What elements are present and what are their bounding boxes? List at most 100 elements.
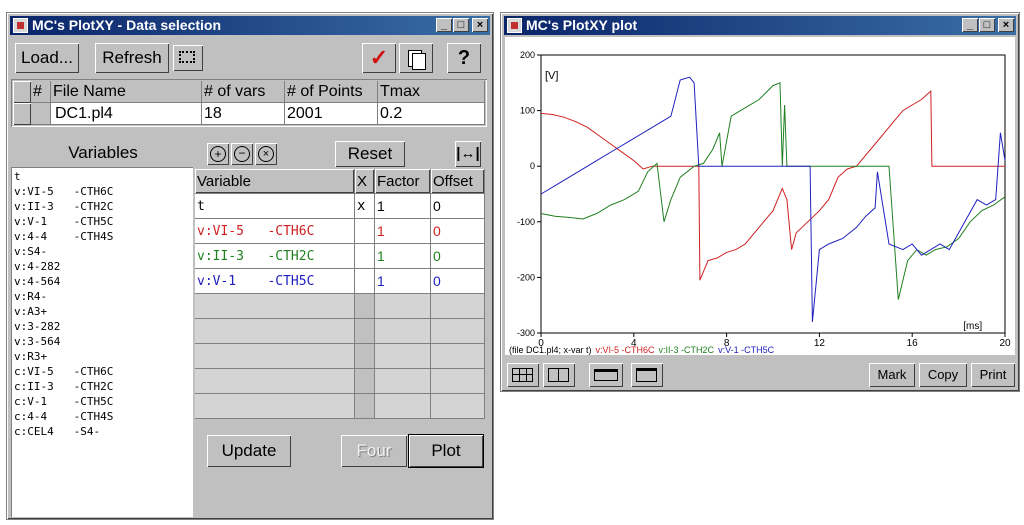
variables-listbox[interactable]: t v:VI-5 -CTH6C v:II-3 -CTH2C v:V-1 -CTH5C v…	[11, 167, 193, 517]
sel-cell-x[interactable]	[355, 219, 375, 244]
sel-cell-empty[interactable]	[375, 369, 431, 394]
sel-cell-empty[interactable]	[431, 344, 485, 369]
print-button[interactable]: Print	[971, 363, 1015, 387]
file-row-name[interactable]: DC1.pl4	[51, 103, 202, 125]
copy-button[interactable]: Copy	[919, 363, 967, 387]
sel-cell-x[interactable]	[355, 244, 375, 269]
caption-file: (file DC1.pl4; x-var t)	[509, 345, 592, 355]
sel-cell-empty[interactable]	[355, 369, 375, 394]
help-button[interactable]: ?	[447, 43, 481, 73]
sel-col-header: X	[355, 169, 375, 194]
column-width-button[interactable]: |↔|	[455, 141, 481, 167]
variable-item[interactable]: c:II-3 -CTH2C	[14, 379, 190, 394]
sel-cell-factor[interactable]: 1	[375, 219, 431, 244]
sel-cell-empty[interactable]	[375, 294, 431, 319]
sel-cell-factor[interactable]: 1	[375, 194, 431, 219]
sel-cell-empty[interactable]	[195, 319, 355, 344]
variable-item[interactable]: c:CEL4 -S4-	[14, 424, 190, 439]
sel-cell-empty[interactable]	[355, 394, 375, 419]
sel-cell-variable[interactable]: v:VI-5 -CTH6C	[195, 219, 355, 244]
scale-button[interactable]	[589, 363, 623, 387]
maximize-icon[interactable]: □	[979, 18, 995, 32]
variable-item[interactable]: v:3-282	[14, 319, 190, 334]
sel-cell-empty[interactable]	[355, 344, 375, 369]
row-header[interactable]	[13, 103, 31, 125]
sel-cell-empty[interactable]	[195, 344, 355, 369]
sel-cell-empty[interactable]	[195, 394, 355, 419]
layout-button[interactable]	[543, 363, 575, 387]
close-icon[interactable]: ×	[472, 18, 488, 32]
sel-cell-x[interactable]	[355, 269, 375, 294]
sel-cell-empty[interactable]	[355, 319, 375, 344]
sel-cell-variable[interactable]: v:II-3 -CTH2C	[195, 244, 355, 269]
plot-button[interactable]: Plot	[408, 434, 484, 468]
minimize-icon[interactable]: _	[962, 18, 978, 32]
variable-item[interactable]: v:VI-5 -CTH6C	[14, 184, 190, 199]
variable-item[interactable]: v:S4-	[14, 244, 190, 259]
sel-cell-empty[interactable]	[375, 344, 431, 369]
sel-cell-empty[interactable]	[195, 294, 355, 319]
sel-cell-variable[interactable]: v:V-1 -CTH5C	[195, 269, 355, 294]
check-button[interactable]: ✓	[362, 43, 396, 73]
load-button[interactable]: Load...	[15, 43, 79, 73]
variable-item[interactable]: v:4-564	[14, 274, 190, 289]
refresh-button[interactable]: Refresh	[95, 43, 169, 73]
file-row-points[interactable]: 2001	[285, 103, 378, 125]
data-selection-titlebar[interactable]: MC's PlotXY - Data selection _ □ ×	[10, 16, 490, 35]
selected-variables-table: Variable X Factor Offset t x 1 0 v:VI-5 -CTH6C 1 0…	[195, 169, 487, 429]
sel-cell-empty[interactable]	[431, 319, 485, 344]
add-variable-button[interactable]: +	[207, 143, 229, 165]
plot-area[interactable]: 200 100 0 -100 -200 -300 0 4 8 12 16 20 [V] [ms] (file…	[505, 37, 1015, 355]
checkmark-icon: ✓	[369, 45, 389, 70]
copy-files-button[interactable]	[399, 43, 433, 73]
variable-item[interactable]: v:4-282	[14, 259, 190, 274]
minimize-icon[interactable]: _	[436, 18, 452, 32]
sel-cell-empty[interactable]	[355, 294, 375, 319]
sel-cell-empty[interactable]	[375, 394, 431, 419]
sel-col-header: Variable	[195, 169, 355, 194]
sel-cell-empty[interactable]	[375, 319, 431, 344]
sel-cell-x[interactable]: x	[355, 194, 375, 219]
sel-cell-offset[interactable]: 0	[431, 219, 485, 244]
sel-cell-empty[interactable]	[431, 294, 485, 319]
select-window-button[interactable]	[173, 45, 203, 71]
app-icon	[507, 18, 522, 33]
variable-item[interactable]: c:4-4 -CTH4S	[14, 409, 190, 424]
variable-item[interactable]: v:A3+	[14, 304, 190, 319]
plot-caption: (file DC1.pl4; x-var t) v:VI-5 -CTH6C v:II…	[509, 345, 775, 355]
x-tick-label: 16	[907, 338, 919, 349]
sel-cell-factor[interactable]: 1	[375, 244, 431, 269]
mark-button[interactable]: Mark	[869, 363, 915, 387]
update-button[interactable]: Update	[207, 435, 291, 467]
sel-cell-empty[interactable]	[431, 369, 485, 394]
variable-item[interactable]: v:V-1 -CTH5C	[14, 214, 190, 229]
sel-cell-factor[interactable]: 1	[375, 269, 431, 294]
variable-item[interactable]: c:V-1 -CTH5C	[14, 394, 190, 409]
reset-button[interactable]: Reset	[335, 141, 405, 167]
sel-cell-offset[interactable]: 0	[431, 244, 485, 269]
close-icon[interactable]: ×	[998, 18, 1014, 32]
plot-titlebar[interactable]: MC's PlotXY plot _ □ ×	[504, 16, 1016, 35]
file-row-vars[interactable]: 18	[202, 103, 285, 125]
variable-item[interactable]: v:R3+	[14, 349, 190, 364]
variable-item[interactable]: v:4-4 -CTH4S	[14, 229, 190, 244]
y-tick-label: -300	[517, 328, 535, 338]
sel-cell-empty[interactable]	[195, 369, 355, 394]
window-button[interactable]	[631, 363, 663, 387]
sel-cell-offset[interactable]: 0	[431, 194, 485, 219]
file-table: # File Name # of vars # of Points Tmax D…	[11, 79, 487, 127]
clear-variables-button[interactable]: ×	[255, 143, 277, 165]
file-row-tmax[interactable]: 0.2	[378, 103, 485, 125]
remove-variable-button[interactable]: −	[231, 143, 253, 165]
variable-item[interactable]: c:VI-5 -CTH6C	[14, 364, 190, 379]
variable-item[interactable]: v:II-3 -CTH2C	[14, 199, 190, 214]
variable-item[interactable]: t	[14, 169, 190, 184]
sel-cell-empty[interactable]	[431, 394, 485, 419]
variable-item[interactable]: v:3-564	[14, 334, 190, 349]
app-icon	[13, 18, 28, 33]
grid-button[interactable]	[507, 363, 539, 387]
sel-cell-offset[interactable]: 0	[431, 269, 485, 294]
variable-item[interactable]: v:R4-	[14, 289, 190, 304]
sel-cell-variable[interactable]: t	[195, 194, 355, 219]
maximize-icon[interactable]: □	[453, 18, 469, 32]
